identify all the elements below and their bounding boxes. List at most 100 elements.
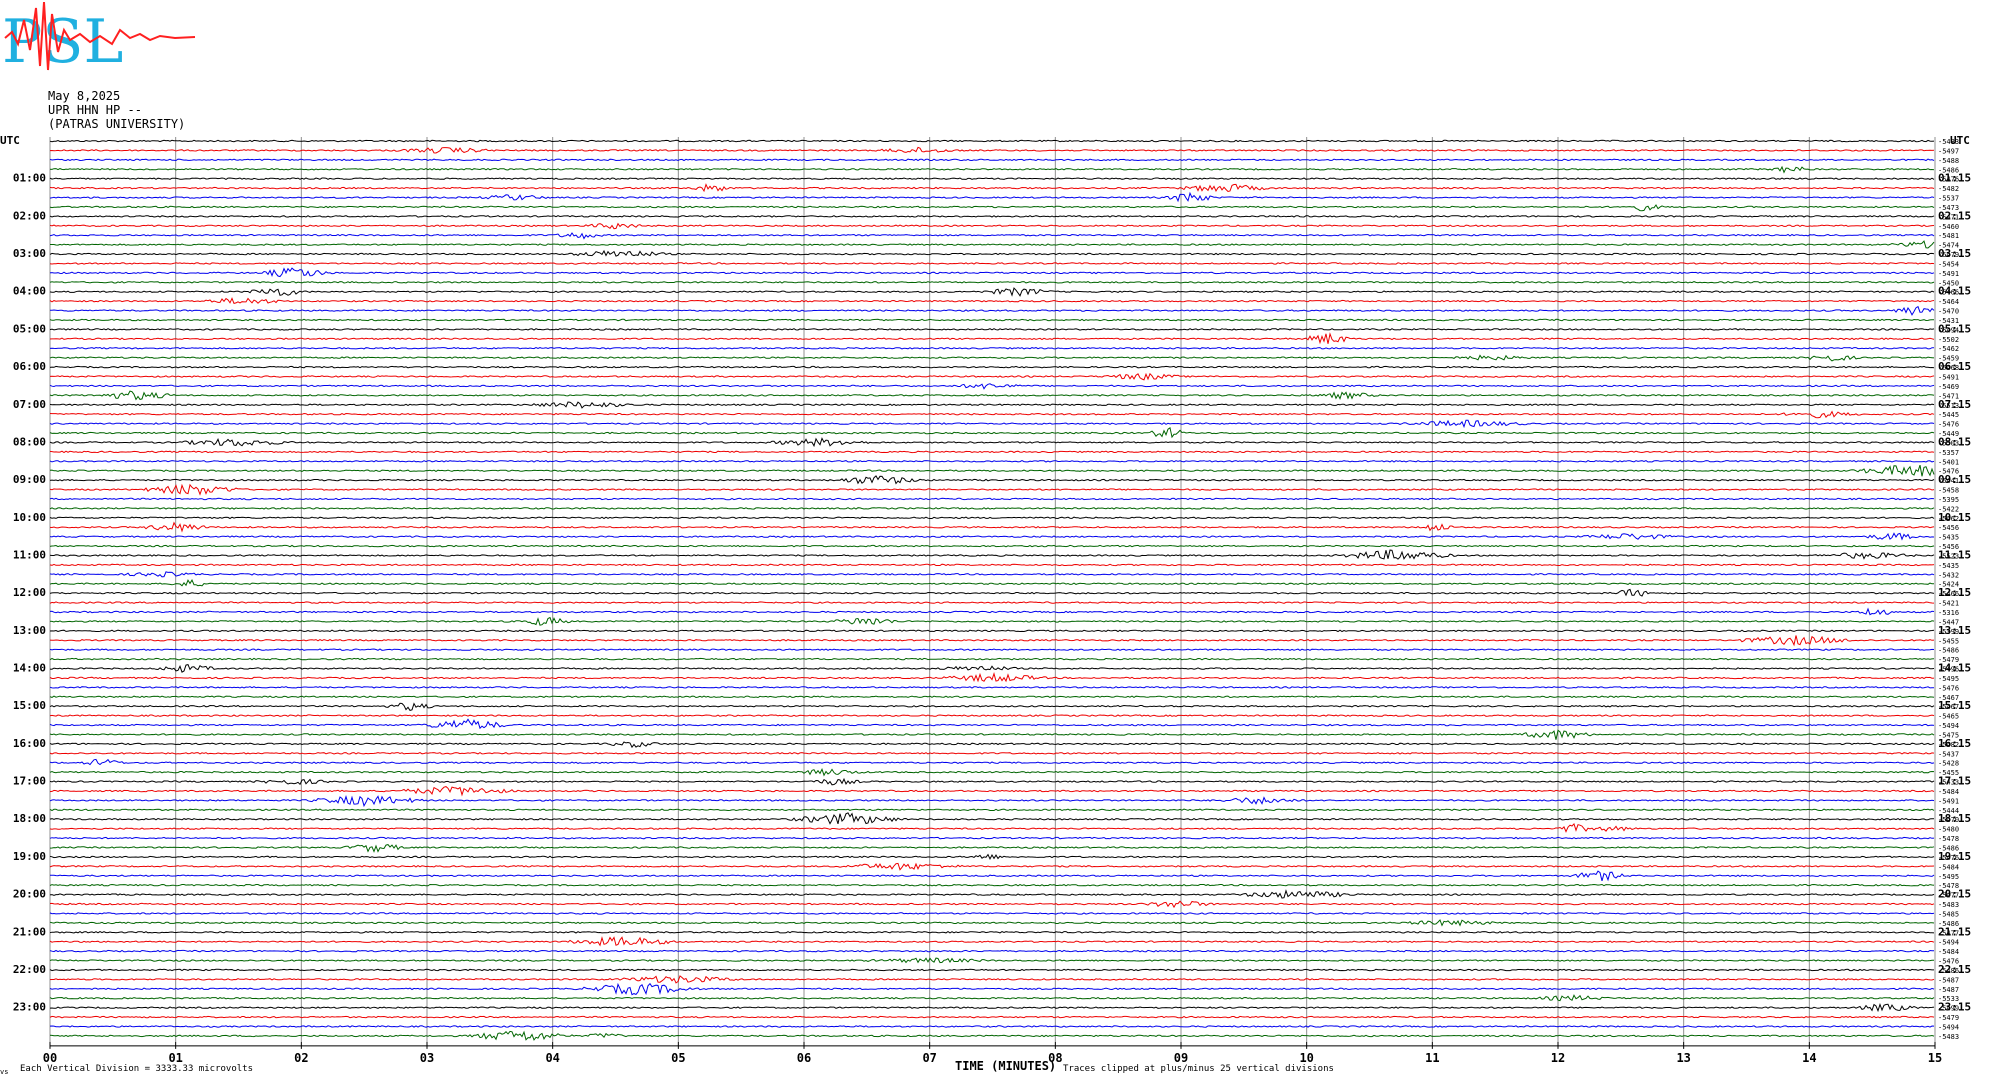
row-mean-label: -5445 bbox=[1938, 411, 1959, 419]
clipping-note: Traces clipped at plus/minus 25 vertical… bbox=[1063, 1064, 1334, 1074]
row-mean-label: -5469 bbox=[1938, 383, 1959, 391]
trace-line bbox=[49, 177, 1935, 180]
row-mean-label: -5491 bbox=[1938, 270, 1959, 278]
utc-label-right: UTC bbox=[1950, 134, 1970, 147]
hour-label-right: 01:15 bbox=[1938, 172, 1971, 185]
trace-line bbox=[49, 1025, 1935, 1028]
hour-label-right: 11:15 bbox=[1938, 548, 1971, 561]
trace-line bbox=[49, 836, 1935, 840]
trace-line bbox=[49, 870, 1935, 882]
x-tick-label: 02 bbox=[294, 1051, 308, 1065]
trace-line bbox=[49, 267, 1935, 278]
trace-line bbox=[49, 900, 1935, 909]
hour-label-left: 07:00 bbox=[13, 398, 46, 411]
hour-label-left: 06:00 bbox=[13, 360, 46, 373]
trace-line bbox=[49, 305, 1935, 316]
hour-label-right: 16:15 bbox=[1938, 737, 1971, 750]
hour-label-left: 05:00 bbox=[13, 322, 46, 335]
trace-line bbox=[49, 165, 1935, 174]
row-mean-label: -5464 bbox=[1938, 298, 1959, 306]
x-tick-label: 03 bbox=[420, 1051, 434, 1065]
trace-line bbox=[49, 1015, 1935, 1019]
trace-line bbox=[49, 767, 1935, 777]
row-mean-label: -5495 bbox=[1938, 873, 1959, 881]
trace-line bbox=[49, 702, 1935, 711]
trace-line bbox=[49, 718, 1935, 730]
trace-line bbox=[49, 994, 1935, 1002]
trace-line bbox=[49, 571, 1935, 578]
trace-line bbox=[49, 287, 1935, 297]
x-tick-label: 04 bbox=[545, 1051, 559, 1065]
row-mean-label: -5487 bbox=[1938, 986, 1959, 994]
row-mean-label: -5428 bbox=[1938, 760, 1959, 768]
row-mean-label: -5494 bbox=[1938, 722, 1959, 730]
trace-line bbox=[49, 664, 1935, 673]
trace-line bbox=[49, 204, 1935, 212]
x-tick-label: 05 bbox=[671, 1051, 685, 1065]
trace-line bbox=[49, 919, 1935, 927]
trace-line bbox=[49, 222, 1935, 230]
row-mean-label: -5481 bbox=[1938, 232, 1959, 240]
x-tick-label: 15 bbox=[1928, 1051, 1942, 1065]
row-mean-label: -5462 bbox=[1938, 345, 1959, 353]
x-tick-label: 12 bbox=[1551, 1051, 1565, 1065]
row-mean-label: -5483 bbox=[1938, 1033, 1959, 1041]
row-mean-label: -5482 bbox=[1938, 185, 1959, 193]
trace-line bbox=[49, 158, 1935, 162]
row-mean-label: -5316 bbox=[1938, 609, 1959, 617]
hour-label-left: 01:00 bbox=[13, 172, 46, 185]
trace-line bbox=[49, 464, 1935, 477]
trace-line bbox=[49, 968, 1934, 972]
hour-label-right: 02:15 bbox=[1938, 209, 1971, 222]
row-mean-label: -5478 bbox=[1938, 835, 1959, 843]
trace-line bbox=[49, 426, 1935, 439]
trace-line bbox=[49, 401, 1935, 409]
trace-line bbox=[49, 629, 1935, 633]
trace-line bbox=[49, 616, 1935, 626]
trace-line bbox=[49, 862, 1935, 871]
trace-line bbox=[49, 459, 1935, 463]
row-mean-label: -5487 bbox=[1938, 976, 1959, 984]
trace-line bbox=[49, 883, 1935, 887]
trace-line bbox=[49, 982, 1935, 996]
hour-label-left: 13:00 bbox=[13, 624, 46, 637]
trace-line bbox=[49, 563, 1935, 567]
row-mean-label: -5486 bbox=[1938, 647, 1959, 655]
trace-line bbox=[49, 475, 1935, 485]
trace-line bbox=[49, 579, 1934, 587]
trace-line bbox=[49, 601, 1935, 604]
hour-label-right: 13:15 bbox=[1938, 624, 1971, 637]
row-mean-label: -5476 bbox=[1938, 421, 1959, 429]
hour-label-right: 07:15 bbox=[1938, 398, 1971, 411]
row-mean-label: -5537 bbox=[1938, 195, 1959, 203]
corner-mark: vs bbox=[0, 1068, 9, 1076]
trace-line bbox=[49, 648, 1935, 651]
row-mean-label: -5432 bbox=[1938, 571, 1959, 579]
trace-line bbox=[49, 146, 1935, 154]
row-mean-label: -5484 bbox=[1938, 948, 1959, 956]
row-mean-label: -5488 bbox=[1938, 157, 1959, 165]
x-tick-label: 13 bbox=[1676, 1051, 1690, 1065]
axis-labels: 00 01 02 03 04 05 06 07 08 09 10 11 12 13 14 15-5483-54… bbox=[0, 134, 1971, 1065]
hour-label-right: 06:15 bbox=[1938, 360, 1971, 373]
trace-line bbox=[49, 318, 1934, 322]
trace-line bbox=[49, 758, 1935, 766]
hour-label-left: 22:00 bbox=[13, 963, 46, 976]
hour-label-right: 10:15 bbox=[1938, 511, 1971, 524]
trace-line bbox=[49, 521, 1935, 533]
hour-label-right: 22:15 bbox=[1938, 963, 1971, 976]
trace-line bbox=[49, 657, 1935, 661]
trace-line bbox=[49, 931, 1935, 934]
trace-line bbox=[49, 714, 1935, 717]
row-mean-label: -5483 bbox=[1938, 901, 1959, 909]
row-mean-label: -5454 bbox=[1938, 260, 1959, 268]
hour-label-left: 10:00 bbox=[13, 511, 46, 524]
hour-label-right: 03:15 bbox=[1938, 247, 1971, 260]
trace-line bbox=[49, 332, 1935, 345]
trace-line bbox=[49, 215, 1935, 218]
trace-line bbox=[49, 912, 1935, 915]
x-tick-label: 09 bbox=[1174, 1051, 1188, 1065]
trace-line bbox=[49, 372, 1935, 381]
x-tick-label: 00 bbox=[43, 1051, 57, 1065]
row-mean-label: -5465 bbox=[1938, 713, 1959, 721]
